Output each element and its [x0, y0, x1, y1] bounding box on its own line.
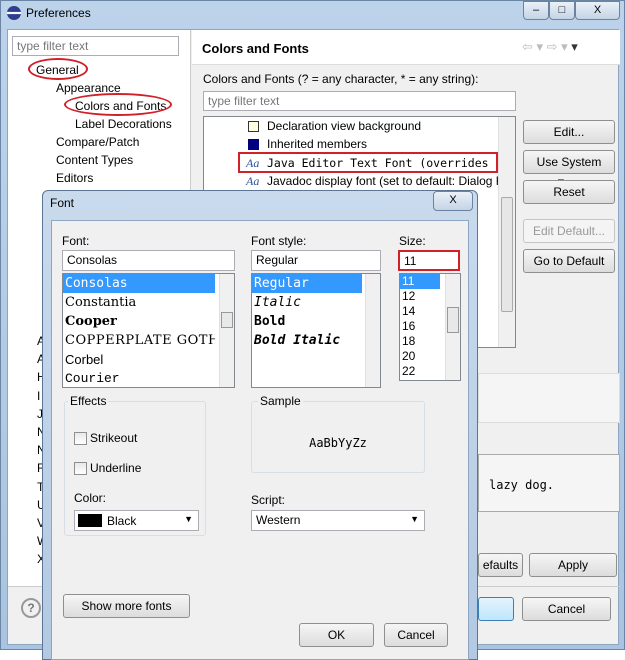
size-list-item[interactable]: 11 [400, 274, 440, 289]
font-list-item[interactable]: Consolas [63, 274, 215, 293]
tree-item-java-editor-font[interactable]: Java Editor Text Font (overrides [267, 156, 489, 170]
color-swatch-icon [248, 139, 259, 150]
font-dialog: Font X Font: Consolas Consolas Constantia… [42, 190, 478, 660]
color-label: Color: [74, 491, 107, 505]
style-list-item[interactable]: Italic [252, 293, 362, 312]
restore-defaults-button[interactable]: efaults [478, 553, 523, 577]
size-list-item[interactable]: 14 [400, 304, 440, 319]
tree-item-compare-patch[interactable]: Compare/Patch [56, 135, 139, 149]
font-dialog-body: Font: Consolas Consolas Constantia Cooper C… [51, 220, 469, 660]
font-style-list[interactable]: Regular Italic Bold Bold Italic [251, 273, 381, 388]
tree-item-editors[interactable]: Editors [56, 171, 93, 185]
show-more-fonts-button[interactable]: Show more fonts [63, 594, 190, 618]
font-list-item[interactable]: COPPERPLATE GOTHIC [63, 331, 215, 350]
size-list-item[interactable]: 16 [400, 319, 440, 334]
style-list-item[interactable]: Regular [252, 274, 362, 293]
strikeout-checkbox[interactable] [74, 432, 87, 445]
ok-button[interactable] [478, 597, 514, 621]
color-value: Black [107, 514, 137, 528]
tree-filter-input[interactable]: type filter text [12, 36, 179, 56]
font-list-item[interactable]: Corbel [63, 350, 215, 369]
script-label: Script: [251, 493, 286, 507]
tree-item[interactable]: Declaration view background [267, 119, 421, 133]
highlight-oval [28, 58, 88, 80]
eclipse-icon [7, 6, 21, 20]
font-list-item[interactable]: Cooper [63, 312, 215, 331]
tree-item[interactable]: Inherited members [267, 137, 367, 151]
font-style-input[interactable]: Regular [251, 250, 381, 271]
cancel-button[interactable]: Cancel [522, 597, 611, 621]
size-list-scrollbar[interactable] [445, 274, 460, 380]
underline-label: Underline [90, 461, 142, 475]
edit-default-button[interactable]: Edit Default... [523, 219, 615, 243]
scroll-thumb[interactable] [501, 197, 513, 312]
strikeout-label: Strikeout [90, 431, 138, 445]
tree-item[interactable]: Javadoc display font (set to default: Di… [267, 174, 503, 188]
apply-button[interactable]: Apply [529, 553, 617, 577]
vertical-scrollbar[interactable] [498, 117, 515, 347]
font-input[interactable]: Consolas [62, 250, 235, 271]
size-input[interactable]: 11 [398, 250, 460, 271]
font-ok-button[interactable]: OK [299, 623, 374, 647]
reset-button[interactable]: Reset [523, 180, 615, 204]
colors-filter-input[interactable]: type filter text [203, 91, 516, 111]
size-list-item[interactable]: 22 [400, 364, 440, 379]
page-header: Colors and Fonts ⇦ ▾ ⇨ ▾ ▾ [192, 30, 620, 65]
size-list[interactable]: 11 12 14 16 18 20 22 [399, 273, 461, 381]
font-list-scrollbar[interactable] [219, 274, 234, 387]
page-title: Colors and Fonts [202, 41, 309, 56]
size-list-item[interactable]: 18 [400, 334, 440, 349]
font-list-item[interactable]: Courier [63, 369, 215, 387]
size-list-item[interactable]: 20 [400, 349, 440, 364]
color-select[interactable]: Black ▼ [74, 510, 199, 531]
font-label: Font: [62, 234, 90, 248]
highlight-oval [64, 93, 172, 116]
window-title: Preferences [26, 6, 91, 20]
chevron-down-icon: ▼ [184, 514, 193, 524]
font-dialog-close-button[interactable]: X [433, 191, 473, 211]
style-list-scrollbar[interactable] [365, 274, 380, 387]
maximize-button[interactable]: □ [549, 1, 575, 20]
preview-text: lazy dog. [489, 478, 555, 492]
title-bar[interactable]: Preferences – □ X [1, 1, 625, 27]
font-dialog-title: Font [50, 196, 75, 210]
edit-button[interactable]: Edit... [523, 120, 615, 144]
script-select[interactable]: Western ▼ [251, 510, 425, 531]
effects-label: Effects [68, 394, 109, 408]
use-system-font-button[interactable]: Use System Font [523, 150, 615, 191]
underline-checkbox[interactable] [74, 462, 87, 475]
script-value: Western [256, 513, 301, 527]
color-swatch [78, 514, 102, 527]
preview-box: lazy dog. [478, 454, 620, 512]
tree-item-content-types[interactable]: Content Types [56, 153, 133, 167]
color-swatch-icon [248, 121, 259, 132]
go-to-default-button[interactable]: Go to Default [523, 249, 615, 273]
font-list[interactable]: ConsolasConstantiaCooperCOPPERPLATE GOTH… [62, 273, 235, 388]
help-icon[interactable]: ? [21, 598, 41, 618]
sample-text: AaBbYyZz [309, 436, 367, 450]
description-box [478, 373, 620, 423]
sample-group: AaBbYyZz [251, 401, 425, 473]
style-list-item[interactable]: Bold [252, 312, 362, 331]
font-style-label: Font style: [251, 234, 307, 248]
chevron-down-icon: ▼ [410, 514, 419, 524]
close-button[interactable]: X [575, 1, 620, 20]
back-forward-icons[interactable]: ⇦ ▾ ⇨ ▾ ▾ [522, 39, 578, 55]
font-list-item[interactable]: Constantia [63, 293, 215, 312]
size-list-item[interactable]: 12 [400, 289, 440, 304]
style-list-item[interactable]: Bold Italic [252, 331, 362, 350]
minimize-button[interactable]: – [523, 1, 549, 20]
colors-fonts-description: Colors and Fonts (? = any character, * =… [203, 72, 479, 86]
size-label: Size: [399, 234, 426, 248]
font-icon: Aa [246, 156, 260, 170]
font-icon: Aa [246, 174, 260, 188]
sample-label: Sample [258, 394, 303, 408]
tree-item-label-decorations[interactable]: Label Decorations [75, 117, 172, 131]
font-cancel-button[interactable]: Cancel [384, 623, 448, 647]
